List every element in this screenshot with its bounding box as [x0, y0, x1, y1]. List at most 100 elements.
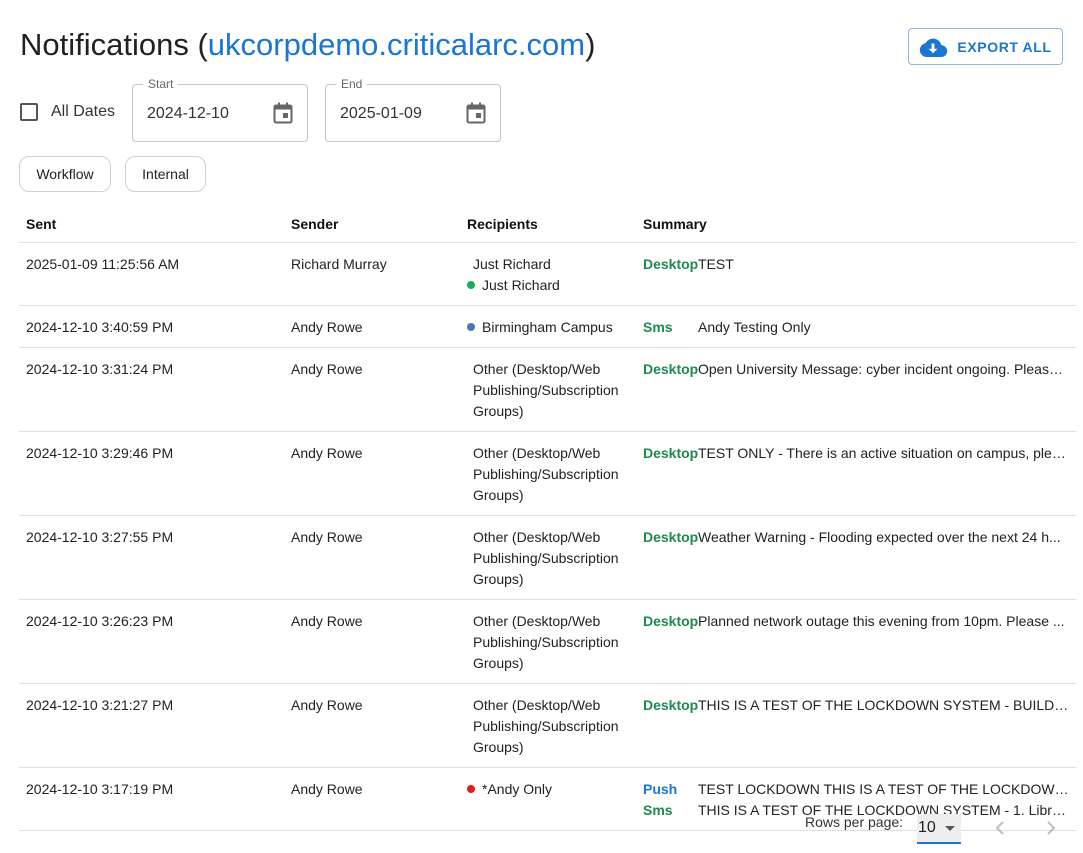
sender-cell: Andy Rowe [284, 599, 460, 684]
summary-cell: Desktop THIS IS A TEST OF THE LOCKDOWN SY… [636, 683, 1076, 768]
status-dot-icon [467, 785, 475, 793]
recipient: Other (Desktop/Web Publishing/Subscripti… [467, 695, 629, 758]
table-row[interactable]: 2024-12-10 3:21:27 PM Andy Rowe Other (Des… [19, 683, 1076, 768]
table-row[interactable]: 2025-01-09 11:25:56 AM Richard Murray Just… [19, 242, 1076, 306]
sent-cell: 2024-12-10 3:31:24 PM [19, 347, 284, 432]
channel-label: Sms [643, 801, 673, 818]
summary-cell: Desktop TEST ONLY - There is an active si… [636, 431, 1076, 516]
recipients-cell: Other (Desktop/Web Publishing/Subscripti… [460, 347, 636, 432]
export-all-label: EXPORT ALL [957, 38, 1052, 55]
rows-per-page-label: Rows per page: [805, 814, 904, 830]
summary-cell: Sms Andy Testing Only [636, 305, 1076, 348]
recipients-cell: Birmingham Campus [460, 305, 636, 348]
channel-label: Desktop [643, 696, 699, 713]
rows-per-page-value: 10 [918, 819, 936, 836]
summary-text: Planned network outage this evening from… [698, 612, 1065, 629]
summary-text: THIS IS A TEST OF THE LOCKDOWN SYSTEM - … [698, 696, 1069, 713]
recipient-label: Just Richard [473, 255, 551, 272]
recipient-label: Other (Desktop/Web Publishing/Subscripti… [473, 696, 619, 755]
sender-cell: Andy Rowe [284, 767, 460, 831]
table-row[interactable]: 2024-12-10 3:29:46 PM Andy Rowe Other (Des… [19, 431, 1076, 516]
recipient-label: Other (Desktop/Web Publishing/Subscripti… [473, 528, 619, 587]
recipient: Other (Desktop/Web Publishing/Subscripti… [467, 611, 629, 674]
chip-workflow[interactable]: Workflow [19, 156, 111, 192]
status-dot-icon [467, 323, 475, 331]
summary-line: Sms Andy Testing Only [643, 317, 1069, 338]
summary-text: TEST LOCKDOWN THIS IS A TEST OF THE LOCK… [698, 780, 1069, 797]
recipient: *Andy Only [467, 779, 629, 800]
channel-label: Desktop [643, 444, 699, 461]
recipient-label: Other (Desktop/Web Publishing/Subscripti… [473, 360, 619, 419]
start-date-label: Start [143, 77, 179, 91]
sent-cell: 2024-12-10 3:17:19 PM [19, 767, 284, 831]
start-date-field[interactable]: Start 2024-12-10 [132, 77, 308, 142]
recipients-cell: Just Richard Just Richard [460, 242, 636, 306]
recipient-label: Just Richard [482, 276, 560, 293]
calendar-icon[interactable] [466, 102, 486, 124]
sent-cell: 2024-12-10 3:27:55 PM [19, 515, 284, 600]
end-date-label: End [336, 77, 368, 91]
recipient: Just Richard [467, 254, 629, 275]
summary-cell: Desktop Planned network outage this eveni… [636, 599, 1076, 684]
summary-text: Weather Warning - Flooding expected over… [698, 528, 1061, 545]
column-header-sender[interactable]: Sender [284, 206, 460, 243]
sender-cell: Richard Murray [284, 242, 460, 306]
calendar-icon[interactable] [273, 102, 293, 124]
recipient: Other (Desktop/Web Publishing/Subscripti… [467, 359, 629, 422]
column-header-sent[interactable]: Sent [19, 206, 284, 243]
summary-text: TEST ONLY - There is an active situation… [698, 444, 1069, 461]
summary-line: Desktop TEST ONLY - There is an active si… [643, 443, 1069, 464]
recipient-label: *Andy Only [482, 780, 553, 797]
sent-cell: 2024-12-10 3:26:23 PM [19, 599, 284, 684]
channel-label: Desktop [643, 360, 699, 377]
domain-link[interactable]: ukcorpdemo.criticalarc.com [208, 27, 585, 62]
recipient: Other (Desktop/Web Publishing/Subscripti… [467, 443, 629, 506]
channel-label: Desktop [643, 528, 699, 545]
channel-label: Desktop [643, 255, 699, 272]
channel-label: Push [643, 780, 678, 797]
all-dates-toggle[interactable]: All Dates [20, 103, 115, 121]
sent-cell: 2024-12-10 3:40:59 PM [19, 305, 284, 348]
all-dates-checkbox[interactable] [20, 103, 38, 121]
table-row[interactable]: 2024-12-10 3:31:24 PM Andy Rowe Other (Des… [19, 347, 1076, 432]
sender-cell: Andy Rowe [284, 431, 460, 516]
channel-label: Desktop [643, 612, 699, 629]
column-header-summary[interactable]: Summary [636, 206, 1076, 243]
chevron-left-icon [995, 821, 1004, 835]
rows-per-page-select[interactable]: 10 [917, 814, 961, 844]
table-row[interactable]: 2024-12-10 3:40:59 PM Andy Rowe Birmingham… [19, 305, 1076, 348]
sender-cell: Andy Rowe [284, 683, 460, 768]
table-row[interactable]: 2024-12-10 3:26:23 PM Andy Rowe Other (Des… [19, 599, 1076, 684]
summary-line: Desktop THIS IS A TEST OF THE LOCKDOWN SY… [643, 695, 1069, 716]
all-dates-label: All Dates [51, 103, 116, 120]
recipients-cell: Other (Desktop/Web Publishing/Subscripti… [460, 599, 636, 684]
sender-cell: Andy Rowe [284, 515, 460, 600]
next-page-button[interactable] [1041, 817, 1061, 839]
end-date-value: 2025-01-09 [340, 105, 422, 122]
recipients-cell: Other (Desktop/Web Publishing/Subscripti… [460, 431, 636, 516]
summary-cell: Desktop Open University Message: cyber in… [636, 347, 1076, 432]
table-row[interactable]: 2024-12-10 3:27:55 PM Andy Rowe Other (Des… [19, 515, 1076, 600]
summary-text: Andy Testing Only [698, 318, 811, 335]
summary-cell: Desktop Weather Warning - Flooding expect… [636, 515, 1076, 600]
sent-cell: 2024-12-10 3:21:27 PM [19, 683, 284, 768]
recipients-cell: Other (Desktop/Web Publishing/Subscripti… [460, 683, 636, 768]
recipients-cell: *Andy Only [460, 767, 636, 831]
summary-text: Open University Message: cyber incident … [698, 360, 1069, 377]
end-date-field[interactable]: End 2025-01-09 [325, 77, 501, 142]
recipient-label: Other (Desktop/Web Publishing/Subscripti… [473, 612, 619, 671]
summary-text: TEST [698, 255, 734, 272]
export-all-button[interactable]: EXPORT ALL [908, 28, 1063, 65]
previous-page-button[interactable] [990, 817, 1010, 839]
summary-line: Desktop TEST [643, 254, 1069, 275]
sent-cell: 2025-01-09 11:25:56 AM [19, 242, 284, 306]
summary-line: Desktop Weather Warning - Flooding expect… [643, 527, 1069, 548]
chevron-right-icon [1047, 821, 1056, 835]
column-header-recipients[interactable]: Recipients [460, 206, 636, 243]
chip-internal[interactable]: Internal [125, 156, 206, 192]
sender-cell: Andy Rowe [284, 305, 460, 348]
status-dot-icon [467, 281, 475, 289]
summary-line: Desktop Planned network outage this eveni… [643, 611, 1069, 632]
recipient-label: Other (Desktop/Web Publishing/Subscripti… [473, 444, 619, 503]
sender-cell: Andy Rowe [284, 347, 460, 432]
